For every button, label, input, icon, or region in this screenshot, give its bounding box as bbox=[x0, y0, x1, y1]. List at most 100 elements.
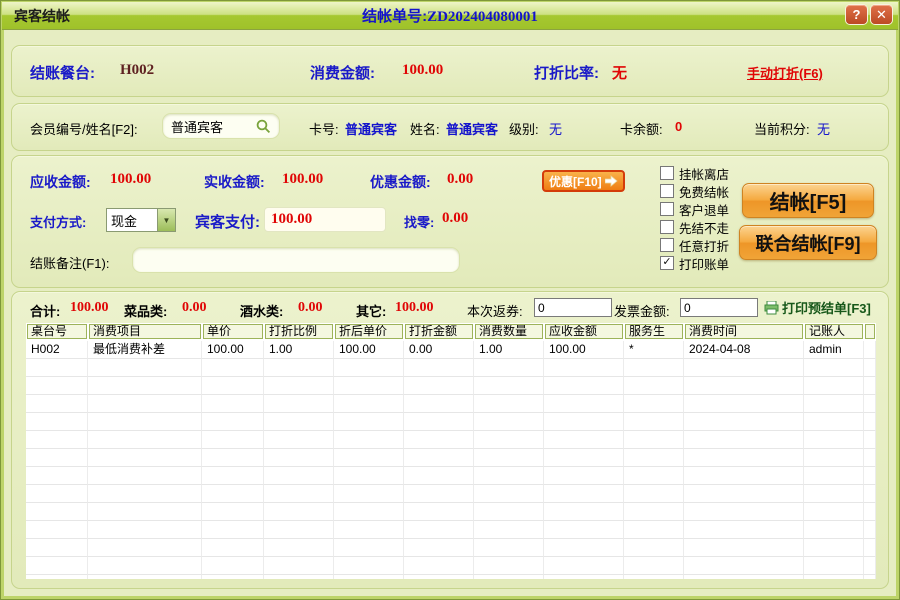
order-number-label: 结帐单号: bbox=[362, 8, 427, 25]
option-hang-bill[interactable]: 挂帐离店 bbox=[660, 164, 729, 182]
grid-empty-cell bbox=[624, 395, 684, 413]
pay-method-value: 现金 bbox=[107, 211, 157, 230]
grid-column-header: 打折比例 bbox=[264, 323, 334, 340]
help-button[interactable]: ? bbox=[846, 5, 867, 24]
grid-empty-cell bbox=[26, 467, 88, 485]
grid-cell[interactable]: 2024-04-08 10:58:40 bbox=[684, 341, 804, 359]
print-pre-bill-button[interactable]: 打印预结单[F3] bbox=[764, 298, 871, 317]
grid-empty-cell bbox=[334, 467, 404, 485]
invoice-value: 0 bbox=[684, 301, 691, 315]
table-value: H002 bbox=[120, 62, 154, 79]
option-print-bill[interactable]: ✓打印账单 bbox=[660, 254, 729, 272]
discount-rate-label: 打折比率: bbox=[534, 62, 599, 83]
points-label: 当前积分: bbox=[754, 119, 810, 138]
grid-cell[interactable]: * bbox=[624, 341, 684, 359]
checkbox-icon bbox=[660, 220, 674, 234]
option-free-settle[interactable]: 免费结帐 bbox=[660, 182, 729, 200]
guest-pay-value: 100.00 bbox=[271, 211, 312, 228]
grid-empty-cell bbox=[26, 359, 88, 377]
option-settle-stay[interactable]: 先结不走 bbox=[660, 218, 729, 236]
grid-empty-cell bbox=[474, 539, 544, 557]
guest-pay-input[interactable]: 100.00 bbox=[264, 207, 386, 232]
grid-empty-cell bbox=[544, 395, 624, 413]
grid-empty-cell bbox=[88, 539, 202, 557]
grid-cell[interactable]: 0.00 bbox=[404, 341, 474, 359]
option-customer-refund[interactable]: 客户退单 bbox=[660, 200, 729, 218]
grid-cell[interactable]: 1.00 bbox=[264, 341, 334, 359]
grid-empty-cell bbox=[26, 557, 88, 575]
grid-empty-cell bbox=[804, 395, 864, 413]
grid-column-header: 服务生 bbox=[624, 323, 684, 340]
remark-input[interactable] bbox=[132, 247, 460, 273]
order-number-area: 结帐单号:ZD202404080001 bbox=[2, 5, 898, 26]
grid-empty-cell bbox=[88, 503, 202, 521]
grid-empty-cell bbox=[684, 521, 804, 539]
grid-empty-cell bbox=[684, 539, 804, 557]
grid-empty-cell bbox=[474, 521, 544, 539]
received-value: 100.00 bbox=[282, 171, 323, 188]
grid-empty-cell bbox=[864, 413, 876, 431]
grid-empty-cell bbox=[264, 395, 334, 413]
voucher-input[interactable]: 0 bbox=[534, 298, 612, 317]
level-label: 级别: bbox=[509, 119, 539, 138]
grid-cell[interactable] bbox=[864, 341, 876, 359]
discount-amount-value: 0.00 bbox=[447, 171, 473, 188]
member-search-input[interactable]: 普通宾客 bbox=[162, 113, 280, 139]
consumption-grid: 桌台号消费项目单价打折比例折后单价打折金额消费数量应收金额服务生消费时间记账人H… bbox=[26, 323, 876, 579]
checkbox-icon bbox=[660, 238, 674, 252]
grid-empty-cell bbox=[334, 503, 404, 521]
option-any-discount[interactable]: 任意打折 bbox=[660, 236, 729, 254]
grid-empty-cell bbox=[624, 431, 684, 449]
grid-cell[interactable]: 1.00 bbox=[474, 341, 544, 359]
grid-cell[interactable]: 100.00 bbox=[544, 341, 624, 359]
invoice-input[interactable]: 0 bbox=[680, 298, 758, 317]
pay-method-select[interactable]: 现金 ▼ bbox=[106, 208, 176, 232]
joint-settle-button[interactable]: 联合结帐[F9] bbox=[739, 225, 877, 260]
invoice-label: 发票金额: bbox=[614, 301, 670, 320]
grid-column-header: 消费数量 bbox=[474, 323, 544, 340]
grid-empty-cell bbox=[202, 359, 264, 377]
receivable-label: 应收金额: bbox=[30, 172, 91, 192]
grid-empty-cell bbox=[864, 557, 876, 575]
grid-empty-cell bbox=[26, 521, 88, 539]
grid-empty-cell bbox=[334, 485, 404, 503]
grid-empty-cell bbox=[264, 377, 334, 395]
grid-empty-cell bbox=[202, 377, 264, 395]
search-icon[interactable] bbox=[256, 119, 271, 134]
change-value: 0.00 bbox=[442, 210, 468, 227]
settle-button[interactable]: 结帐[F5] bbox=[742, 183, 874, 218]
grid-column-header bbox=[864, 323, 876, 340]
grid-empty-cell bbox=[804, 467, 864, 485]
grid-empty-cell bbox=[864, 449, 876, 467]
grid-empty-cell bbox=[474, 359, 544, 377]
grid-column-header: 应收金额 bbox=[544, 323, 624, 340]
grid-column-header: 消费时间 bbox=[684, 323, 804, 340]
coupon-button[interactable]: 优惠[F10] bbox=[542, 170, 625, 192]
grid-empty-cell bbox=[26, 377, 88, 395]
chevron-down-icon: ▼ bbox=[157, 209, 175, 231]
member-name-label: 姓名: bbox=[410, 119, 440, 138]
grid-cell[interactable]: 100.00 bbox=[334, 341, 404, 359]
grid-empty-cell bbox=[864, 359, 876, 377]
grid-empty-cell bbox=[684, 575, 804, 579]
grid-cell[interactable]: admin bbox=[804, 341, 864, 359]
total-value: 100.00 bbox=[70, 300, 109, 316]
grid-empty-cell bbox=[474, 467, 544, 485]
grid-empty-cell bbox=[264, 449, 334, 467]
dish-total-value: 0.00 bbox=[182, 300, 207, 316]
level-value: 无 bbox=[549, 119, 562, 138]
consume-amount-value: 100.00 bbox=[402, 62, 443, 79]
member-search-value: 普通宾客 bbox=[171, 117, 256, 136]
grid-empty-cell bbox=[684, 431, 804, 449]
grid-empty-cell bbox=[202, 485, 264, 503]
close-button[interactable]: ✕ bbox=[871, 5, 892, 24]
grid-cell[interactable]: H002 bbox=[26, 341, 88, 359]
manual-discount-link[interactable]: 手动打折(F6) bbox=[747, 63, 823, 82]
grid-empty-cell bbox=[684, 449, 804, 467]
grid-empty-cell bbox=[804, 557, 864, 575]
grid-empty-cell bbox=[624, 413, 684, 431]
grid-empty-cell bbox=[264, 485, 334, 503]
grid-cell[interactable]: 100.00 bbox=[202, 341, 264, 359]
grid-cell[interactable]: 最低消费补差 bbox=[88, 341, 202, 359]
grid-empty-cell bbox=[26, 575, 88, 579]
